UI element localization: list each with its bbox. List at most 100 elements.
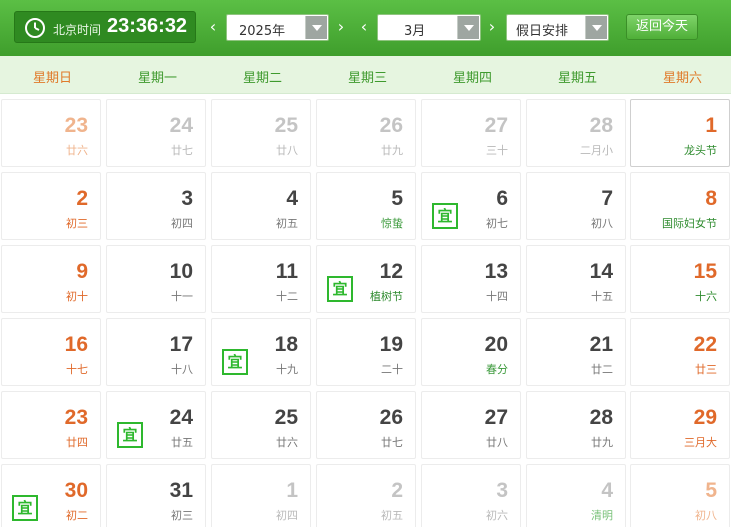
lunar-date: 春分: [486, 363, 508, 376]
day-number: 25: [274, 406, 298, 429]
chevron-down-icon[interactable]: [305, 16, 327, 39]
prev-month-arrow[interactable]: ‹: [357, 17, 371, 37]
lunar-date: 初二: [66, 509, 88, 522]
day-number: 1: [286, 479, 298, 502]
lunar-date: 清明: [591, 509, 613, 522]
lunar-date: 二十: [381, 363, 403, 376]
day-cell[interactable]: 宜 6 初七: [421, 172, 521, 240]
day-cell[interactable]: 8 国际妇女节: [630, 172, 730, 240]
day-cell[interactable]: 17 十八: [106, 318, 206, 386]
day-cell[interactable]: 27 廿八: [421, 391, 521, 459]
day-cell[interactable]: 20 春分: [421, 318, 521, 386]
lunar-date: 十九: [276, 363, 298, 376]
day-cell[interactable]: 9 初十: [1, 245, 101, 313]
day-cell[interactable]: 16 十七: [1, 318, 101, 386]
clock-label: 北京时间: [53, 23, 102, 37]
day-cell[interactable]: 28 廿九: [526, 391, 626, 459]
day-cell[interactable]: 22 廿三: [630, 318, 730, 386]
day-cell[interactable]: 宜 18 十九: [211, 318, 311, 386]
day-cell[interactable]: 10 十一: [106, 245, 206, 313]
lunar-date: 廿七: [381, 436, 403, 449]
auspicious-badge: 宜: [12, 495, 38, 521]
day-cell[interactable]: 宜 30 初二: [1, 464, 101, 527]
chevron-down-icon[interactable]: [585, 16, 607, 39]
lunar-date: 廿九: [381, 144, 403, 157]
auspicious-badge: 宜: [432, 203, 458, 229]
day-number: 15: [693, 260, 717, 283]
day-cell[interactable]: 21 廿二: [526, 318, 626, 386]
day-cell[interactable]: 24 廿七: [106, 99, 206, 167]
next-year-arrow[interactable]: ›: [334, 17, 348, 37]
day-cell[interactable]: 11 十二: [211, 245, 311, 313]
day-cell[interactable]: 26 廿七: [316, 391, 416, 459]
lunar-date: 廿六: [276, 436, 298, 449]
day-cell[interactable]: 宜 12 植树节: [316, 245, 416, 313]
day-cell[interactable]: 15 十六: [630, 245, 730, 313]
auspicious-badge: 宜: [222, 349, 248, 375]
day-cell[interactable]: 2 初三: [1, 172, 101, 240]
day-cell[interactable]: 5 惊蛰: [316, 172, 416, 240]
lunar-date: 三月大: [684, 436, 717, 449]
day-cell[interactable]: 1 龙头节: [630, 99, 730, 167]
lunar-date: 惊蛰: [381, 217, 403, 230]
month-select[interactable]: 3月: [377, 14, 481, 41]
day-cell[interactable]: 4 清明: [526, 464, 626, 527]
weekday-label: 星期五: [557, 71, 597, 86]
day-cell[interactable]: 25 廿八: [211, 99, 311, 167]
day-number: 29: [693, 406, 717, 429]
calendar-grid: 23 廿六 24 廿七 25 廿八 26 廿九 27 三十 28 二月小 1 龙头节 2 初三 3 初四 4 初五 5 惊…: [0, 94, 731, 527]
month-select-value: 3月: [404, 24, 426, 39]
day-number: 5: [391, 187, 403, 210]
lunar-date: 廿九: [591, 436, 613, 449]
weekday-label: 星期四: [452, 71, 492, 86]
day-number: 27: [484, 114, 508, 137]
day-cell[interactable]: 3 初四: [106, 172, 206, 240]
chevron-down-icon[interactable]: [457, 16, 479, 39]
day-cell[interactable]: 2 初五: [316, 464, 416, 527]
lunar-date: 十八: [171, 363, 193, 376]
holiday-select-value: 假日安排: [516, 24, 569, 39]
day-cell[interactable]: 25 廿六: [211, 391, 311, 459]
holiday-select[interactable]: 假日安排: [506, 14, 609, 41]
day-number: 17: [169, 333, 193, 356]
day-cell[interactable]: 宜 24 廿五: [106, 391, 206, 459]
day-number: 30: [64, 479, 88, 502]
prev-year-arrow[interactable]: ‹: [206, 17, 220, 37]
day-cell[interactable]: 23 廿六: [1, 99, 101, 167]
year-select[interactable]: 2025年: [226, 14, 329, 41]
day-cell[interactable]: 1 初四: [211, 464, 311, 527]
year-select-value: 2025年: [239, 24, 286, 39]
day-number: 28: [589, 406, 613, 429]
day-number: 13: [484, 260, 508, 283]
day-cell[interactable]: 14 十五: [526, 245, 626, 313]
day-cell[interactable]: 28 二月小: [526, 99, 626, 167]
day-cell[interactable]: 29 三月大: [630, 391, 730, 459]
day-cell[interactable]: 26 廿九: [316, 99, 416, 167]
day-cell[interactable]: 23 廿四: [1, 391, 101, 459]
day-number: 25: [274, 114, 298, 137]
lunar-date: 初六: [486, 509, 508, 522]
day-cell[interactable]: 31 初三: [106, 464, 206, 527]
lunar-date: 初四: [171, 217, 193, 230]
day-number: 4: [601, 479, 613, 502]
lunar-date: 国际妇女节: [662, 217, 717, 230]
clock-time: 23:36:32: [107, 15, 188, 37]
day-cell[interactable]: 27 三十: [421, 99, 521, 167]
day-number: 2: [391, 479, 403, 502]
day-number: 1: [705, 114, 717, 137]
day-number: 3: [496, 479, 508, 502]
day-cell[interactable]: 13 十四: [421, 245, 521, 313]
day-cell[interactable]: 3 初六: [421, 464, 521, 527]
day-cell[interactable]: 5 初八: [630, 464, 730, 527]
day-number: 12: [379, 260, 403, 283]
day-cell[interactable]: 4 初五: [211, 172, 311, 240]
day-cell[interactable]: 19 二十: [316, 318, 416, 386]
weekday-label: 星期六: [662, 71, 702, 86]
day-number: 22: [693, 333, 717, 356]
lunar-date: 初五: [381, 509, 403, 522]
lunar-date: 廿七: [171, 144, 193, 157]
day-cell[interactable]: 7 初八: [526, 172, 626, 240]
back-to-today-button[interactable]: 返回今天: [626, 14, 698, 40]
next-month-arrow[interactable]: ›: [485, 17, 499, 37]
day-number: 26: [379, 406, 403, 429]
